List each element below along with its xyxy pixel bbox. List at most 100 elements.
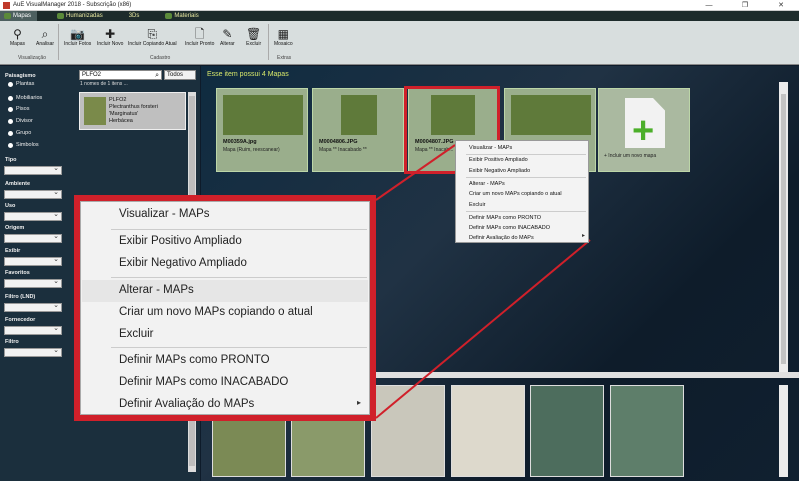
menu-item-excluir[interactable]: Excluir [119,328,154,340]
map-card[interactable]: M00359A.jpg Mapa (Ruim, reescanear) [216,88,308,172]
thumbnail-image[interactable] [610,385,684,477]
todos-select[interactable]: Todos [164,70,196,80]
maximize-button[interactable]: ❐ [727,0,763,11]
document-icon: 🗋 [194,27,205,41]
map-image [223,95,303,135]
plant-cultivar: 'Marginatus' [109,111,139,117]
thumbnail-image[interactable] [371,385,445,477]
menu-item-criar[interactable]: Criar um novo MAPs copiando o atual [119,306,313,318]
button-label: Mosaico [274,41,293,47]
main-scrollbar[interactable] [779,82,788,372]
menu-item-negativo[interactable]: Exibir Negativo Ampliado [119,257,247,269]
context-menu-zoomed: Visualizar - MAPs Exibir Positivo Amplia… [80,201,370,415]
menu-item-positivo[interactable]: Exibir Positivo Ampliado [469,157,528,163]
button-label: Mapas [10,41,26,47]
ribbon: ⚲ Mapas ⌕ Analisar 📷 Incluir Fotos ✚ Incluir… [0,21,799,65]
tab-3ds[interactable]: 3Ds [125,11,146,21]
radio-simbolos[interactable]: Simbolos [8,142,39,148]
excluir-button[interactable]: 🗑 Excluir [246,27,261,47]
filtro-select[interactable] [4,346,62,357]
menu-item-visualizar[interactable]: Visualizar - MAPs [119,208,210,220]
radio-pisos[interactable]: Pisos [8,106,29,112]
map-name: M00359A.jpg [223,139,257,145]
radio-icon [8,118,13,124]
menu-item-criar[interactable]: Criar um novo MAPs copiando o atual [469,191,562,197]
origem-select[interactable] [4,232,62,243]
radio-label: Plantas [16,81,35,87]
paisagismo-label: Paisagismo [5,73,36,79]
radio-icon [8,142,13,148]
thumbnail-image[interactable] [451,385,525,477]
fornecedor-select[interactable] [4,324,62,335]
strip-scrollbar[interactable] [779,385,788,477]
map-card[interactable]: M0004806.JPG Mapa ** Inacabado ** [312,88,404,172]
menu-item-avaliacao[interactable]: Definir Avaliação do MAPs [469,235,534,241]
menu-item-alterar[interactable]: Alterar - MAPs [119,284,194,296]
radio-divisor[interactable]: Divisor [8,118,33,124]
analisar-button[interactable]: ⌕ Analisar [36,27,54,47]
plus-icon: + [632,110,655,152]
plant-list-item[interactable]: PLFO2 Plectranthus forsteri 'Marginatus'… [79,92,186,130]
uso-select[interactable] [4,210,62,221]
submenu-arrow-icon: ▸ [582,233,586,239]
plant-info: PLFO2 Plectranthus forsteri 'Marginatus'… [109,97,158,125]
tab-humanizadas[interactable]: Humanizadas [53,11,109,21]
tab-mapas[interactable]: Mapas [0,11,38,21]
search-icon[interactable]: ⌕ [155,71,159,80]
menu-item-pronto[interactable]: Definir MAPs como PRONTO [119,354,270,366]
menu-item-positivo[interactable]: Exibir Positivo Ampliado [119,235,242,247]
radio-grupo[interactable]: Grupo [8,130,31,136]
menu-item-inacabado[interactable]: Definir MAPs como INACABADO [469,225,550,231]
incluir-fotos-button[interactable]: 📷 Incluir Fotos [64,27,91,47]
favoritos-select[interactable] [4,277,62,288]
menu-separator [111,347,367,348]
minimize-button[interactable]: — [691,0,727,11]
filter-label-exibir: Exibir [5,248,21,254]
mapas-button[interactable]: ⚲ Mapas [10,27,25,47]
filter-label-tipo: Tipo [5,157,17,163]
radio-mobiliarios[interactable]: Mobiliarios [8,95,42,101]
tab-label: Humanizadas [66,13,103,19]
button-label: Analisar [36,41,55,47]
pin-icon: ⚲ [13,27,22,41]
thumbnail-image[interactable] [530,385,604,477]
button-label: Incluir Pronto [185,41,215,47]
context-menu-small: Visualizar - MAPs Exibir Positivo Amplia… [455,140,589,243]
grid-icon: ▦ [277,27,289,41]
plant-code: PLFO2 [109,97,127,103]
menu-item-negativo[interactable]: Exibir Negativo Ampliado [469,168,530,174]
menu-item-alterar[interactable]: Alterar - MAPs [469,181,505,187]
menu-item-avaliacao[interactable]: Definir Avaliação do MAPs [119,398,254,410]
plant-icon [57,13,65,19]
mosaico-button[interactable]: ▦ Mosaico [274,27,293,47]
incluir-novo-button[interactable]: ✚ Incluir Novo [97,27,123,47]
incluir-pronto-button[interactable]: 🗋 Incluir Pronto [185,27,214,47]
alterar-button[interactable]: ✎ Alterar [220,27,235,47]
menu-separator [466,154,586,155]
radio-plantas[interactable]: Plantas [8,81,34,87]
exibir-select[interactable] [4,255,62,266]
tab-label: Materiais [174,13,199,19]
ambiente-select[interactable] [4,188,62,199]
radio-icon [8,106,13,112]
close-button[interactable]: ✕ [763,0,799,11]
scroll-thumb[interactable] [781,94,786,364]
search-input[interactable]: PLFO2 ⌕ [79,70,162,80]
group-visualizacao: Visualização [18,55,46,61]
menu-item-inacabado[interactable]: Definir MAPs como INACABADO [119,376,288,388]
map-image [511,95,591,135]
tipo-select[interactable] [4,164,62,175]
plant-name: Plectranthus forsteri [109,104,158,110]
filtro-lnd-select[interactable] [4,301,62,312]
copy-icon: ⎘ [147,27,158,41]
incluir-copiando-button[interactable]: ⎘ Incluir Copiando Atual [128,27,177,47]
map-name: M0004806.JPG [319,139,358,145]
menu-item-excluir[interactable]: Excluir [469,202,486,208]
ribbon-separator [58,24,59,60]
tab-materiais[interactable]: Materiais [161,11,204,21]
menu-item-visualizar[interactable]: Visualizar - MAPs [469,145,512,151]
filter-label-lnd: Filtro (LND) [5,294,36,300]
radio-label: Mobiliarios [16,95,43,101]
menu-item-pronto[interactable]: Definir MAPs como PRONTO [469,215,541,221]
plant-icon [4,13,11,19]
